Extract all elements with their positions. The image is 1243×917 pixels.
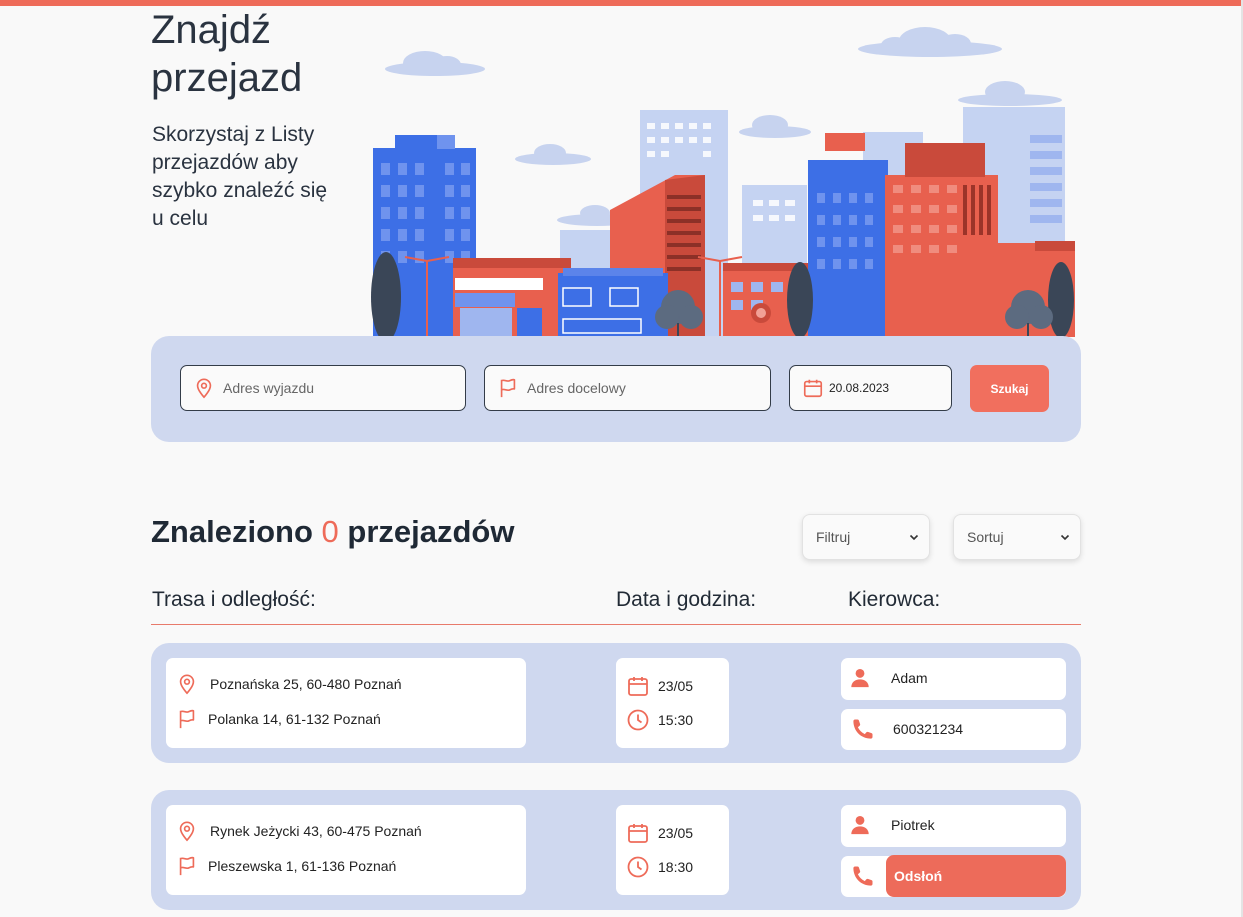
city-illustration	[371, 27, 1075, 337]
calendar-icon	[628, 677, 648, 696]
location-pin-icon	[179, 821, 195, 842]
driver-name-text: Adam	[891, 670, 928, 686]
user-icon	[851, 816, 869, 835]
results-title: Znaleziono 0 przejazdów	[151, 510, 514, 554]
driver-box: Adam	[841, 658, 1066, 700]
filter-select[interactable]: Filtruj	[802, 514, 930, 560]
ride-from: Rynek Jeżycki 43, 60-475 Poznań	[176, 819, 422, 843]
results-prefix: Znaleziono	[151, 514, 313, 549]
driver-phone: 600321234	[851, 717, 963, 741]
ride-from: Poznańska 25, 60-480 Poznań	[176, 672, 401, 696]
ride-date-text: 23/05	[658, 678, 694, 694]
driver-name: Piotrek	[849, 814, 935, 836]
ride-to-text: Polanka 14, 61-132 Poznań	[208, 711, 381, 727]
chevron-down-icon	[1060, 534, 1070, 541]
search-button[interactable]: Szukaj	[970, 365, 1049, 412]
filter-select-value: Filtruj	[816, 529, 851, 545]
ride-date: 23/05	[626, 821, 693, 845]
datetime-box: 23/05 15:30	[616, 658, 729, 748]
sort-select-value: Sortuj	[967, 529, 1004, 545]
date-input[interactable]	[829, 381, 951, 395]
ride-date-text: 23/05	[658, 825, 694, 841]
to-address-input[interactable]	[527, 380, 770, 396]
driver-phone-text: 600321234	[893, 721, 964, 737]
ride-card[interactable]: Poznańska 25, 60-480 Poznań Polanka 14, …	[151, 643, 1081, 763]
driver-name-text: Piotrek	[891, 817, 935, 833]
ride-from-text: Poznańska 25, 60-480 Poznań	[210, 676, 402, 692]
results-suffix: przejazdów	[347, 514, 515, 549]
hero-subtitle: Skorzystaj z Listy przejazdów aby szybko…	[152, 123, 328, 230]
driver-phone	[851, 864, 875, 888]
phone-icon	[853, 719, 873, 739]
from-address-field[interactable]	[180, 365, 466, 411]
chevron-down-icon	[909, 534, 919, 541]
from-address-input[interactable]	[223, 380, 465, 396]
ride-from-text: Rynek Jeżycki 43, 60-475 Poznań	[210, 823, 422, 839]
sort-select[interactable]: Sortuj	[953, 514, 1081, 560]
ride-card[interactable]: Rynek Jeżycki 43, 60-475 Poznań Pleszews…	[151, 790, 1081, 910]
results-count: 0	[321, 514, 339, 549]
reveal-phone-button[interactable]: Odsłoń	[886, 855, 1066, 897]
search-panel: Szukaj	[151, 336, 1081, 442]
driver-name: Adam	[849, 667, 928, 689]
header-divider	[151, 624, 1081, 625]
route-box: Poznańska 25, 60-480 Poznań Polanka 14, …	[166, 658, 526, 748]
column-header-route: Trasa i odległość:	[152, 588, 316, 611]
phone-box: 600321234	[841, 709, 1066, 750]
calendar-icon	[628, 824, 648, 843]
flag-icon	[179, 856, 195, 876]
ride-to: Pleszewska 1, 61-136 Poznań	[176, 855, 396, 877]
user-icon	[851, 669, 869, 688]
ride-to-text: Pleszewska 1, 61-136 Poznań	[208, 858, 397, 874]
location-pin-icon	[196, 378, 212, 399]
datetime-box: 23/05 18:30	[616, 805, 729, 895]
column-header-datetime: Data i godzina:	[616, 588, 757, 611]
clock-icon	[627, 709, 649, 731]
ride-to: Polanka 14, 61-132 Poznań	[176, 708, 381, 730]
flag-icon	[500, 378, 516, 398]
phone-icon	[853, 866, 873, 886]
flag-icon	[179, 709, 195, 729]
ride-date: 23/05	[626, 674, 693, 698]
page-title: Znajdź przejazd	[151, 6, 302, 102]
calendar-icon	[803, 379, 823, 398]
date-field[interactable]	[789, 365, 952, 411]
ride-time: 15:30	[626, 708, 693, 732]
title-line-1: Znajdź	[151, 8, 272, 52]
column-header-driver: Kierowca:	[848, 588, 941, 611]
ride-time: 18:30	[626, 855, 693, 879]
ride-time-text: 15:30	[658, 712, 694, 728]
to-address-field[interactable]	[484, 365, 771, 411]
clock-icon	[627, 856, 649, 878]
driver-box: Piotrek	[841, 805, 1066, 847]
title-line-2: przejazd	[151, 56, 303, 100]
location-pin-icon	[179, 674, 195, 695]
ride-time-text: 18:30	[658, 859, 694, 875]
route-box: Rynek Jeżycki 43, 60-475 Poznań Pleszews…	[166, 805, 526, 895]
